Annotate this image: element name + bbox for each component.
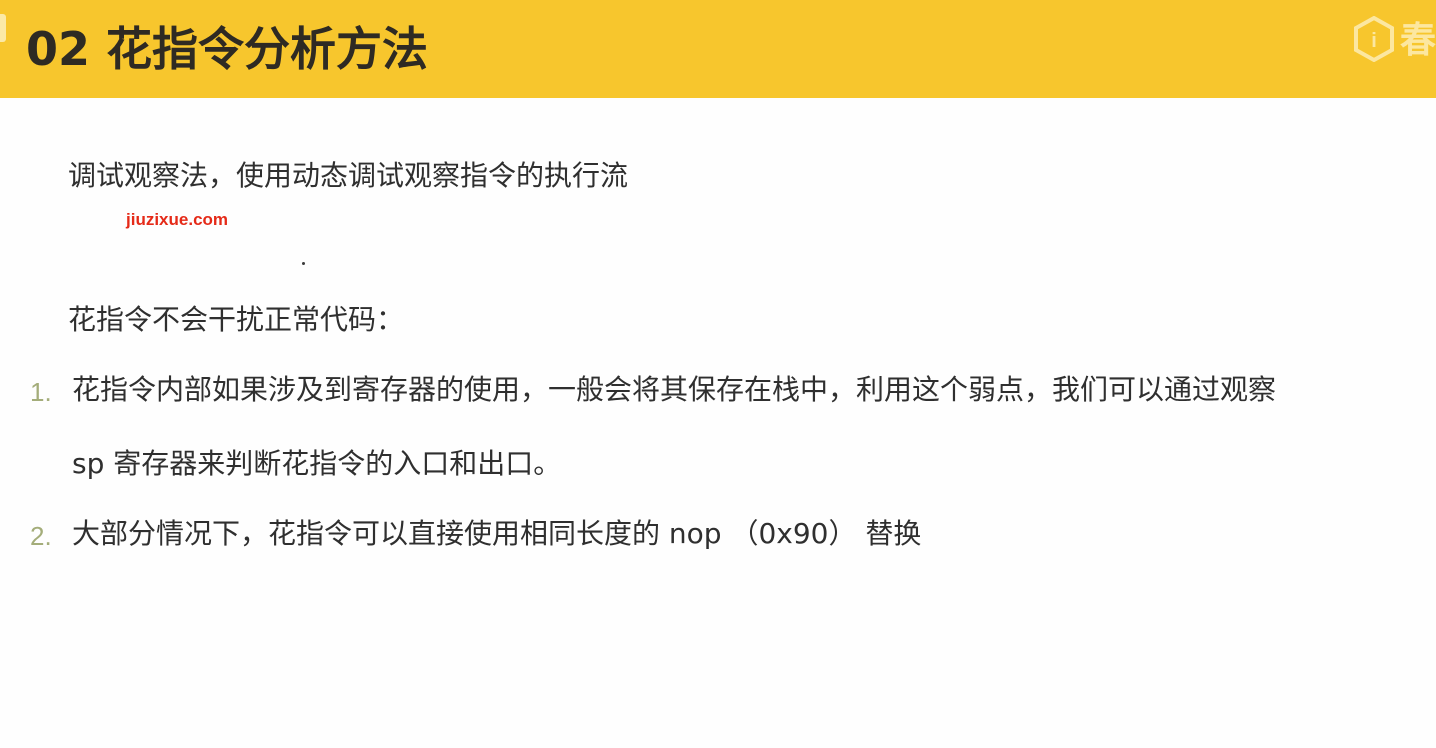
edge-mark [0, 14, 6, 42]
list-item-text: 花指令内部如果涉及到寄存器的使用，一般会将其保存在栈中，利用这个弱点，我们可以通… [72, 373, 1277, 406]
list-item-number: 2. [30, 521, 52, 551]
list-item-text: 大部分情况下，花指令可以直接使用相同长度的 nop （0x90） 替换 [72, 517, 922, 550]
list-item-text-continued: sp 寄存器来判断花指令的入口和出口。 [72, 447, 562, 480]
brand-logo-text: i [1371, 30, 1377, 52]
watermark-text: jiuzixue.com [126, 210, 229, 229]
slide-title: 02 花指令分析方法 [26, 22, 429, 76]
subheading: 花指令不会干扰正常代码： [68, 303, 405, 336]
list-item-number: 1. [30, 377, 52, 407]
slide-header: 02 花指令分析方法 i 春 [0, 0, 1436, 98]
slide: 02 花指令分析方法 i 春 调试观察法，使用动态调试观察指令的执行流 jiuz… [0, 0, 1436, 748]
brand-logo-glyph: 春 [1400, 20, 1436, 61]
brand-logo-icon: i 春 [1352, 15, 1436, 63]
intro-text: 调试观察法，使用动态调试观察指令的执行流 [68, 159, 629, 192]
stray-dot [302, 262, 305, 265]
